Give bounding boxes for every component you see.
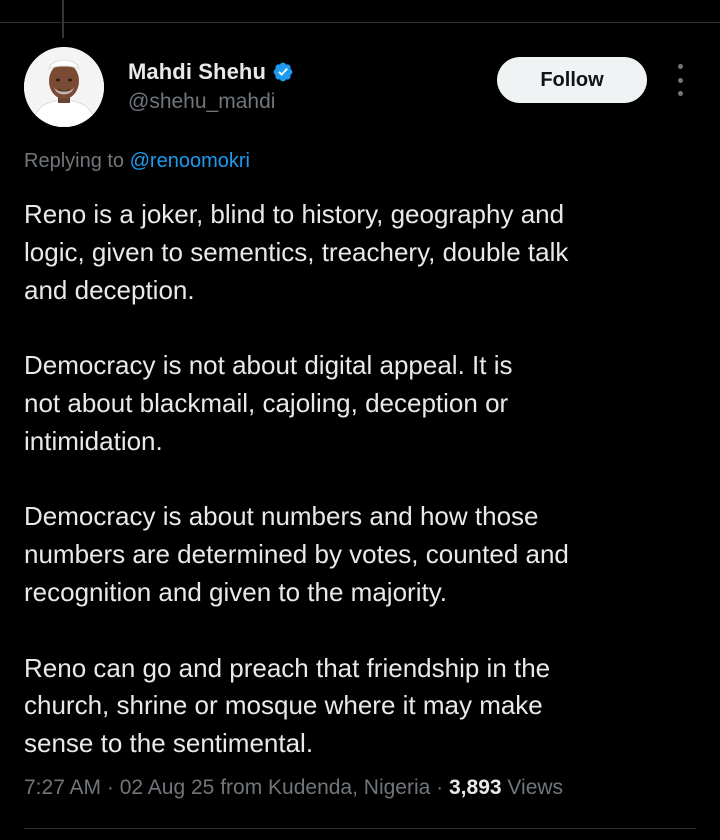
tweet-date[interactable]: 02 Aug 25 <box>120 776 215 799</box>
author-display-name[interactable]: Mahdi Shehu <box>128 59 266 85</box>
tweet-paragraph: Democracy is about numbers and how those… <box>24 501 569 607</box>
more-dot <box>677 91 683 96</box>
bottom-divider <box>24 828 696 829</box>
tweet-paragraph: Reno is a joker, blind to history, geogr… <box>24 199 569 305</box>
more-dot <box>677 64 683 69</box>
avatar[interactable] <box>24 47 104 127</box>
tweet-paragraph: Democracy is not about digital appeal. I… <box>24 350 513 456</box>
thread-connector-line <box>62 0 64 38</box>
meta-separator: · <box>436 776 444 799</box>
author-block: Mahdi Shehu @shehu_mahdi <box>128 58 294 114</box>
tweet-text: Reno is a joker, blind to history, geogr… <box>24 196 704 763</box>
replying-to-mention-link[interactable]: @renoomokri <box>130 150 250 172</box>
views-count[interactable]: 3,893 <box>449 776 502 799</box>
tweet-location: from Kudenda, Nigeria <box>220 776 431 799</box>
replying-to-prefix: Replying to <box>24 150 130 172</box>
tweet-metadata: 7:27 AM · 02 Aug 25 from Kudenda, Nigeri… <box>24 776 563 800</box>
tweet-time[interactable]: 7:27 AM <box>24 776 101 799</box>
more-vertical-icon[interactable] <box>670 64 690 96</box>
tweet-paragraph: Reno can go and preach that friendship i… <box>24 652 551 759</box>
meta-separator: · <box>106 776 114 799</box>
verified-badge-icon <box>272 61 294 83</box>
replying-to-line: Replying to @renoomokri <box>24 150 250 173</box>
more-dot <box>677 77 683 83</box>
author-name-row: Mahdi Shehu <box>128 58 294 86</box>
top-divider <box>0 22 720 23</box>
author-handle[interactable]: @shehu_mahdi <box>128 90 294 114</box>
follow-button[interactable]: Follow <box>497 57 647 103</box>
views-label[interactable]: Views <box>507 776 563 799</box>
avatar-image <box>24 47 104 127</box>
